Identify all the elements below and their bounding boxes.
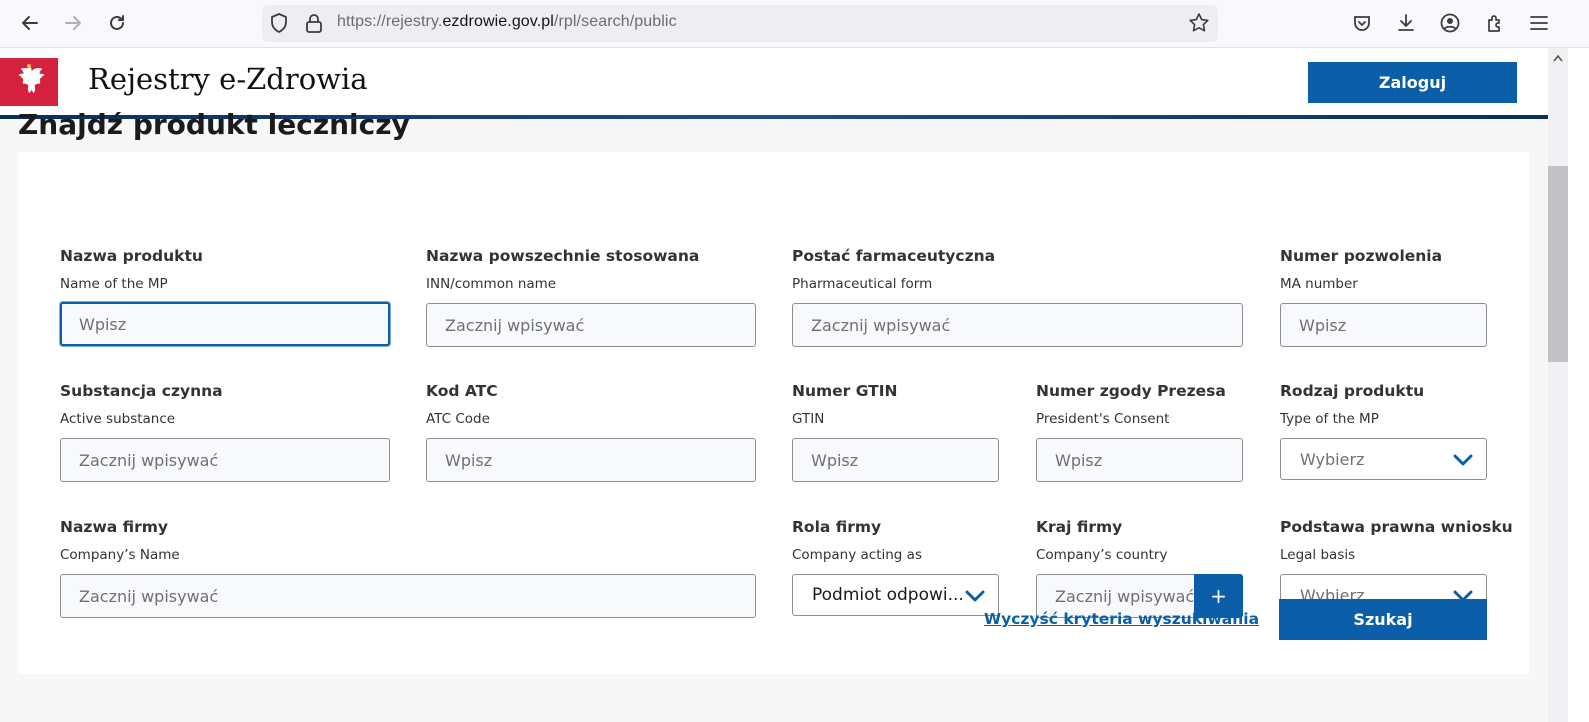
back-icon[interactable] bbox=[17, 10, 43, 36]
pharma-form-input[interactable] bbox=[792, 303, 1243, 347]
scrollbar-thumb[interactable] bbox=[1548, 166, 1568, 362]
president-consent-label: Numer zgody Prezesa bbox=[1036, 382, 1226, 400]
scroll-up-icon[interactable] bbox=[1553, 54, 1563, 62]
lock-icon[interactable] bbox=[303, 12, 325, 34]
common-name-input[interactable] bbox=[426, 303, 756, 347]
company-name-label: Nazwa firmy bbox=[60, 518, 169, 536]
ma-number-label: Numer pozwolenia bbox=[1280, 247, 1443, 265]
active-substance-label: Substancja czynna bbox=[60, 382, 223, 400]
clear-criteria-link[interactable]: Wyczyść kryteria wyszukiwania bbox=[984, 610, 1259, 628]
legal-basis-label: Podstawa prawna wniosku bbox=[1280, 518, 1513, 536]
menu-icon[interactable] bbox=[1528, 12, 1550, 34]
pocket-icon[interactable] bbox=[1351, 12, 1373, 34]
gtin-label: Numer GTIN bbox=[792, 382, 898, 400]
chevron-down-icon bbox=[1453, 454, 1473, 466]
company-country-label: Kraj firmy bbox=[1036, 518, 1123, 536]
product-name-input[interactable] bbox=[60, 302, 390, 346]
shield-icon[interactable] bbox=[268, 12, 290, 34]
bookmark-star-icon[interactable] bbox=[1188, 12, 1210, 34]
product-name-label: Nazwa produktu bbox=[60, 247, 203, 265]
download-icon[interactable] bbox=[1395, 12, 1417, 34]
common-name-label: Nazwa powszechnie stosowana bbox=[426, 247, 700, 265]
atc-code-input[interactable] bbox=[426, 438, 756, 482]
legal-basis-sublabel: Legal basis bbox=[1280, 547, 1356, 563]
gtin-sublabel: GTIN bbox=[792, 411, 825, 427]
page-title: Znajdź produkt leczniczy bbox=[18, 108, 410, 141]
atc-code-sublabel: ATC Code bbox=[426, 411, 490, 427]
login-button[interactable]: Zaloguj bbox=[1308, 62, 1517, 103]
gtin-input[interactable] bbox=[792, 438, 999, 482]
common-name-sublabel: INN/common name bbox=[426, 276, 557, 292]
site-header: Rejestry e-Zdrowia Zaloguj bbox=[0, 48, 1548, 116]
president-consent-sublabel: President's Consent bbox=[1036, 411, 1170, 427]
company-name-input[interactable] bbox=[60, 574, 756, 618]
active-substance-sublabel: Active substance bbox=[60, 411, 176, 427]
forward-icon[interactable] bbox=[60, 10, 86, 36]
extensions-icon[interactable] bbox=[1484, 12, 1506, 34]
president-consent-input[interactable] bbox=[1036, 438, 1243, 482]
ma-number-sublabel: MA number bbox=[1280, 276, 1358, 292]
url-text[interactable]: https://rejestry.ezdrowie.gov.pl/rpl/sea… bbox=[337, 13, 677, 31]
company-role-value: Podmiot odpowi... bbox=[812, 585, 964, 605]
pharma-form-sublabel: Pharmaceutical form bbox=[792, 276, 933, 292]
company-role-select[interactable]: Podmiot odpowi... bbox=[792, 574, 999, 616]
ma-number-input[interactable] bbox=[1280, 303, 1487, 347]
reload-icon[interactable] bbox=[104, 10, 130, 36]
pharma-form-label: Postać farmaceutyczna bbox=[792, 247, 996, 265]
site-title[interactable]: Rejestry e-Zdrowia bbox=[88, 62, 368, 96]
window-edge bbox=[1568, 48, 1589, 722]
active-substance-input[interactable] bbox=[60, 438, 390, 482]
company-country-sublabel: Company’s country bbox=[1036, 547, 1168, 563]
company-role-sublabel: Company acting as bbox=[792, 547, 922, 563]
browser-toolbar: https://rejestry.ezdrowie.gov.pl/rpl/sea… bbox=[0, 0, 1589, 48]
company-role-label: Rola firmy bbox=[792, 518, 882, 536]
product-type-value: Wybierz bbox=[1300, 449, 1365, 469]
product-type-select[interactable]: Wybierz bbox=[1280, 438, 1487, 480]
account-icon[interactable] bbox=[1439, 12, 1461, 34]
product-name-sublabel: Name of the MP bbox=[60, 276, 168, 292]
product-type-label: Rodzaj produktu bbox=[1280, 382, 1425, 400]
search-button[interactable]: Szukaj bbox=[1279, 599, 1487, 640]
atc-code-label: Kod ATC bbox=[426, 382, 498, 400]
chevron-down-icon bbox=[965, 590, 985, 602]
company-name-sublabel: Company’s Name bbox=[60, 547, 180, 563]
eagle-logo-icon[interactable] bbox=[0, 58, 58, 106]
page-scrollbar[interactable] bbox=[1548, 48, 1568, 722]
product-type-sublabel: Type of the MP bbox=[1280, 411, 1379, 427]
